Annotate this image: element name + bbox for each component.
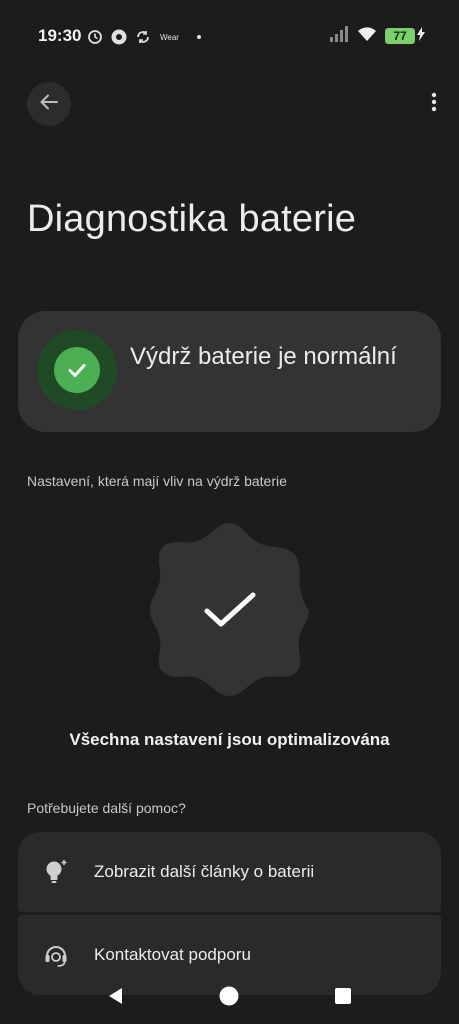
notification-icons: Wear [86, 26, 201, 48]
nav-recents-icon[interactable] [327, 980, 359, 1012]
battery-status-card: Výdrž baterie je normální [18, 311, 441, 432]
status-bar: 19:30 Wear 77 [0, 0, 459, 72]
app-icon [110, 28, 128, 46]
battery-status-text: Výdrž baterie je normální [130, 343, 397, 370]
help-section-label: Potřebujete další pomoc? [27, 800, 186, 816]
nav-home-icon[interactable] [213, 980, 245, 1012]
sync-icon [134, 28, 152, 46]
optimized-badge [149, 521, 310, 698]
wear-label: Wear [160, 32, 179, 42]
support-agent-icon [42, 941, 70, 969]
optimized-result-text: Všechna nastavení jsou optimalizována [69, 730, 390, 749]
status-icon-ring [37, 330, 117, 410]
contact-support-label: Kontaktovat podporu [94, 945, 251, 964]
check-circle-icon [54, 347, 100, 393]
more-options-button[interactable] [420, 86, 448, 122]
more-articles-item[interactable]: Zobrazit další články o baterii [18, 832, 441, 912]
back-button[interactable] [27, 82, 71, 126]
battery-level: 77 [393, 29, 407, 43]
wifi-icon [357, 26, 377, 47]
more-articles-label: Zobrazit další články o baterii [94, 862, 315, 881]
navigation-bar [0, 968, 459, 1024]
system-icons: 77 [329, 24, 425, 48]
lightbulb-icon [42, 858, 70, 886]
notification-dot [196, 35, 201, 39]
check-icon [203, 591, 257, 634]
settings-section-label: Nastavení, která mají vliv na výdrž bate… [27, 473, 287, 489]
nav-back-icon[interactable] [100, 980, 132, 1012]
more-vert-icon [431, 92, 437, 117]
battery-icon: 77 [385, 28, 415, 44]
arrow-back-icon [38, 91, 60, 118]
charging-icon [417, 26, 425, 46]
signal-icon [329, 25, 349, 47]
timer-icon [86, 28, 104, 46]
page-title: Diagnostika baterie [27, 198, 357, 240]
status-time: 19:30 [38, 26, 82, 45]
